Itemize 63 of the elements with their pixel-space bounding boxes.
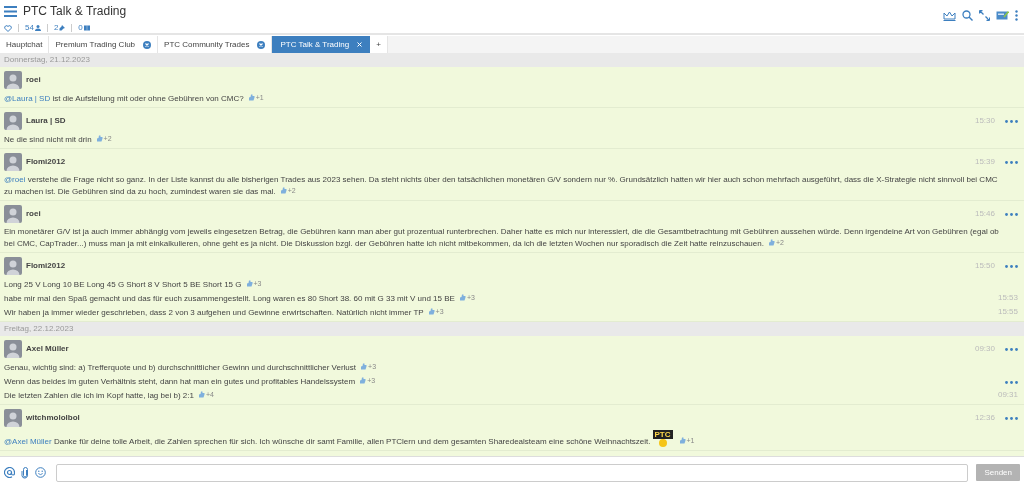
more-icon[interactable] (1015, 10, 1018, 21)
date-separator: Freitag, 22.12.2023 (0, 322, 1024, 336)
avatar[interactable] (4, 257, 22, 275)
chat-tab[interactable]: + (370, 36, 388, 53)
mention-icon[interactable] (4, 467, 15, 478)
pinned-count[interactable]: 2 (53, 22, 59, 34)
menu-icon[interactable] (4, 5, 17, 17)
author-name[interactable]: Axel Müller (26, 343, 971, 355)
author-name[interactable]: Laura | SD (26, 115, 971, 127)
more-icon[interactable] (1005, 264, 1018, 268)
reaction-icon[interactable] (427, 308, 435, 315)
more-icon[interactable] (1005, 160, 1018, 164)
chat-tab[interactable]: Hauptchat (0, 36, 50, 53)
mention-link[interactable]: @roei (4, 175, 26, 184)
more-icon[interactable] (1005, 347, 1018, 351)
reaction-icon[interactable] (247, 94, 255, 101)
crown-icon[interactable] (943, 10, 956, 21)
reaction-icon[interactable] (767, 239, 775, 246)
reaction-icon[interactable] (197, 391, 205, 398)
chat-tab[interactable]: Premium Trading Club (49, 36, 159, 53)
more-icon[interactable] (1005, 381, 1018, 384)
close-icon[interactable] (357, 42, 363, 47)
reaction-icon[interactable] (245, 280, 253, 287)
avatar[interactable] (4, 112, 22, 130)
reaction-icon[interactable] (678, 437, 686, 444)
pin-icon (59, 25, 66, 31)
reaction-icon[interactable] (458, 294, 466, 301)
avatar[interactable] (4, 409, 22, 427)
avatar[interactable] (4, 153, 22, 171)
book-icon (83, 25, 90, 31)
more-icon[interactable] (1005, 416, 1018, 420)
avatar[interactable] (4, 340, 22, 358)
more-icon[interactable] (1005, 119, 1018, 123)
chat-title: PTC Talk & Trading (23, 3, 127, 20)
author-name[interactable]: Flomi2012 (26, 260, 971, 272)
reaction-icon[interactable] (95, 135, 103, 142)
sticker: PTC (652, 430, 673, 447)
author-name[interactable]: Flomi2012 (26, 156, 971, 168)
heart-icon[interactable] (4, 24, 12, 32)
close-icon[interactable] (257, 40, 266, 49)
close-icon[interactable] (143, 40, 152, 49)
member-count[interactable]: 54 (25, 22, 34, 34)
chat-tab[interactable]: PTC Community Trades (158, 36, 273, 53)
search-icon[interactable] (962, 10, 973, 21)
smiley-icon[interactable] (35, 467, 46, 478)
author-name[interactable]: witchmololbol (26, 412, 971, 424)
mention-link[interactable]: @Laura | SD (4, 94, 51, 103)
resize-icon[interactable] (979, 10, 990, 21)
person-icon (34, 25, 41, 31)
more-icon[interactable] (1005, 212, 1018, 216)
author-name[interactable]: roei (26, 74, 1020, 86)
author-name[interactable]: roei (26, 208, 971, 220)
avatar[interactable] (4, 205, 22, 223)
message-time: 12:36 (974, 412, 995, 424)
reaction-icon[interactable] (279, 187, 287, 194)
chat-tab[interactable]: PTC Talk & Trading (272, 36, 371, 53)
card-icon[interactable] (996, 10, 1009, 21)
date-separator: Donnerstag, 21.12.2023 (0, 53, 1024, 67)
paperclip-icon[interactable] (21, 466, 29, 479)
file-count[interactable]: 0 (78, 22, 83, 34)
mention-link[interactable]: @Axel Müller (4, 437, 52, 446)
avatar[interactable] (4, 71, 22, 89)
message-input[interactable] (56, 463, 969, 482)
